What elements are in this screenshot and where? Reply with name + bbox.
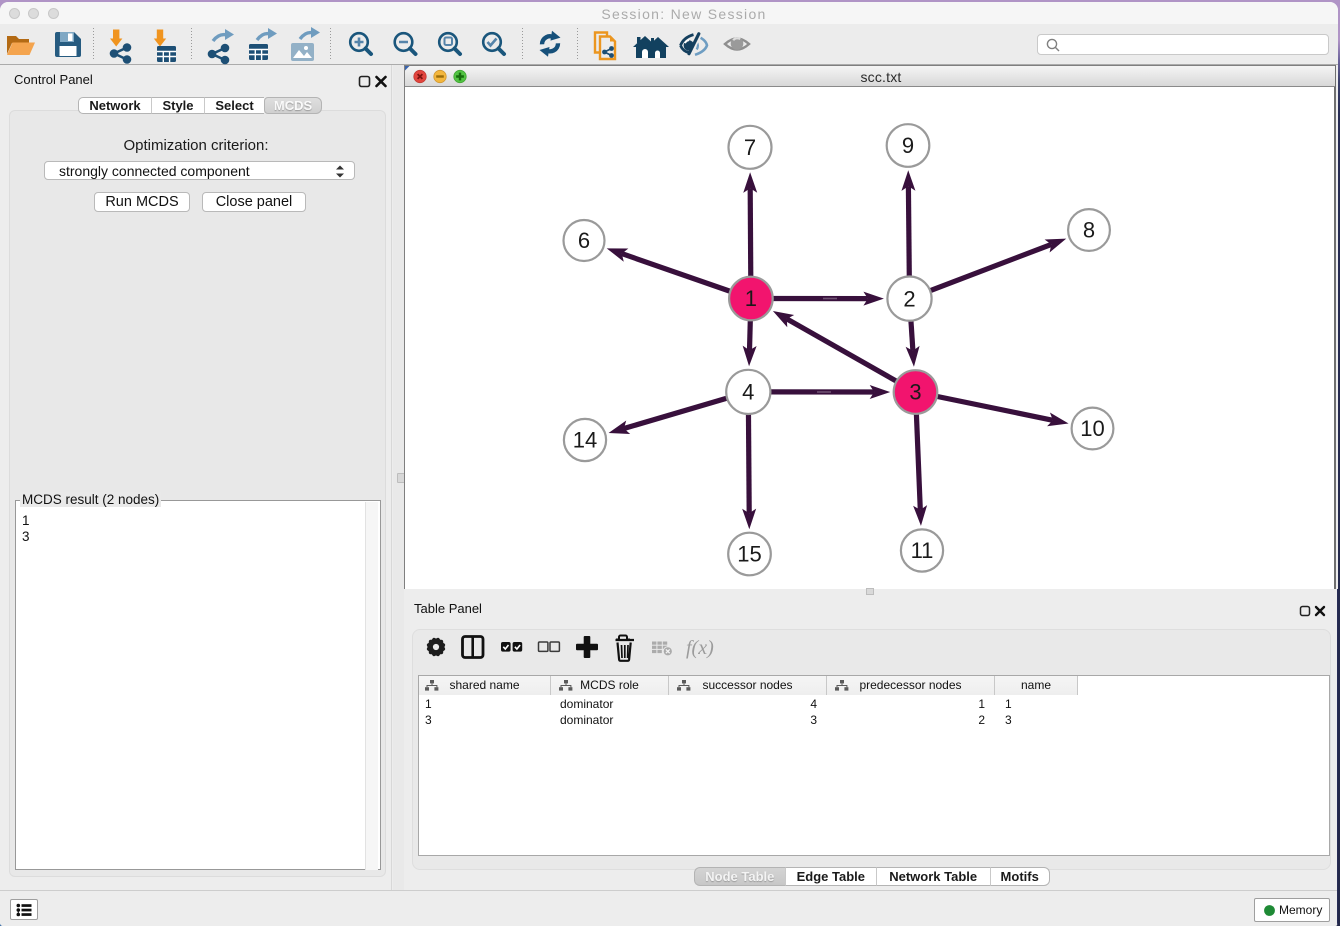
svg-text:2: 2: [903, 286, 915, 311]
svg-text:14: 14: [573, 428, 597, 453]
svg-text:9: 9: [902, 133, 914, 158]
svg-text:f(x): f(x): [686, 637, 714, 659]
svg-text:7: 7: [744, 135, 756, 160]
svg-text:6: 6: [578, 228, 590, 253]
svg-text:8: 8: [1083, 218, 1095, 243]
svg-text:15: 15: [737, 542, 761, 567]
svg-text:10: 10: [1080, 416, 1104, 441]
svg-text:4: 4: [742, 380, 754, 405]
svg-text:1: 1: [745, 286, 757, 311]
svg-text:11: 11: [911, 538, 934, 563]
svg-text:3: 3: [909, 380, 921, 405]
